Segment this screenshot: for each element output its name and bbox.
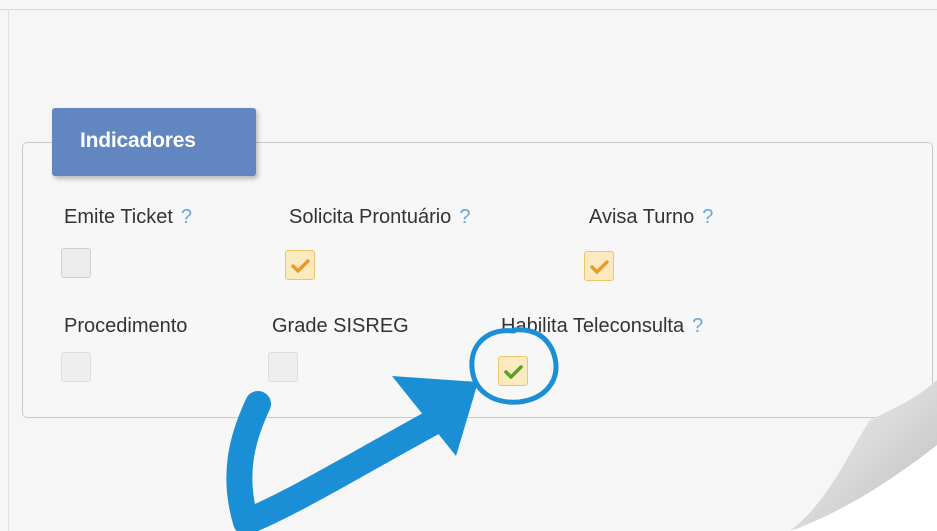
field-grade-sisreg-label: Grade SISREG [272, 315, 409, 337]
field-solicita-prontuario-label: Solicita Prontuário? [289, 206, 470, 229]
check-icon [590, 260, 609, 274]
avisa-turno-label-text: Avisa Turno [589, 206, 695, 228]
page-left-border [8, 9, 9, 531]
emite-ticket-label-text: Emite Ticket [64, 206, 173, 228]
check-icon [504, 365, 523, 379]
help-icon[interactable]: ? [702, 206, 713, 228]
indicadores-fieldset [22, 142, 933, 418]
help-icon[interactable]: ? [459, 206, 470, 228]
avisa-turno-checkbox[interactable] [584, 251, 614, 281]
page-top-border [0, 9, 937, 10]
help-icon[interactable]: ? [692, 315, 703, 337]
solicita-prontuario-label-text: Solicita Prontuário [289, 206, 452, 228]
habilita-teleconsulta-checkbox[interactable] [498, 356, 528, 386]
procedimento-checkbox[interactable] [61, 352, 91, 382]
emite-ticket-checkbox[interactable] [61, 248, 91, 278]
solicita-prontuario-checkbox[interactable] [285, 250, 315, 280]
help-icon[interactable]: ? [181, 206, 192, 228]
field-procedimento-label: Procedimento [64, 315, 188, 337]
habilita-teleconsulta-label-text: Habilita Teleconsulta [501, 315, 685, 337]
field-habilita-teleconsulta-label: Habilita Teleconsulta? [501, 315, 703, 338]
section-title: Indicadores [52, 108, 256, 176]
field-avisa-turno-label: Avisa Turno? [589, 206, 713, 229]
grade-sisreg-checkbox[interactable] [268, 352, 298, 382]
check-icon [291, 259, 310, 273]
field-emite-ticket-label: Emite Ticket? [64, 206, 192, 229]
